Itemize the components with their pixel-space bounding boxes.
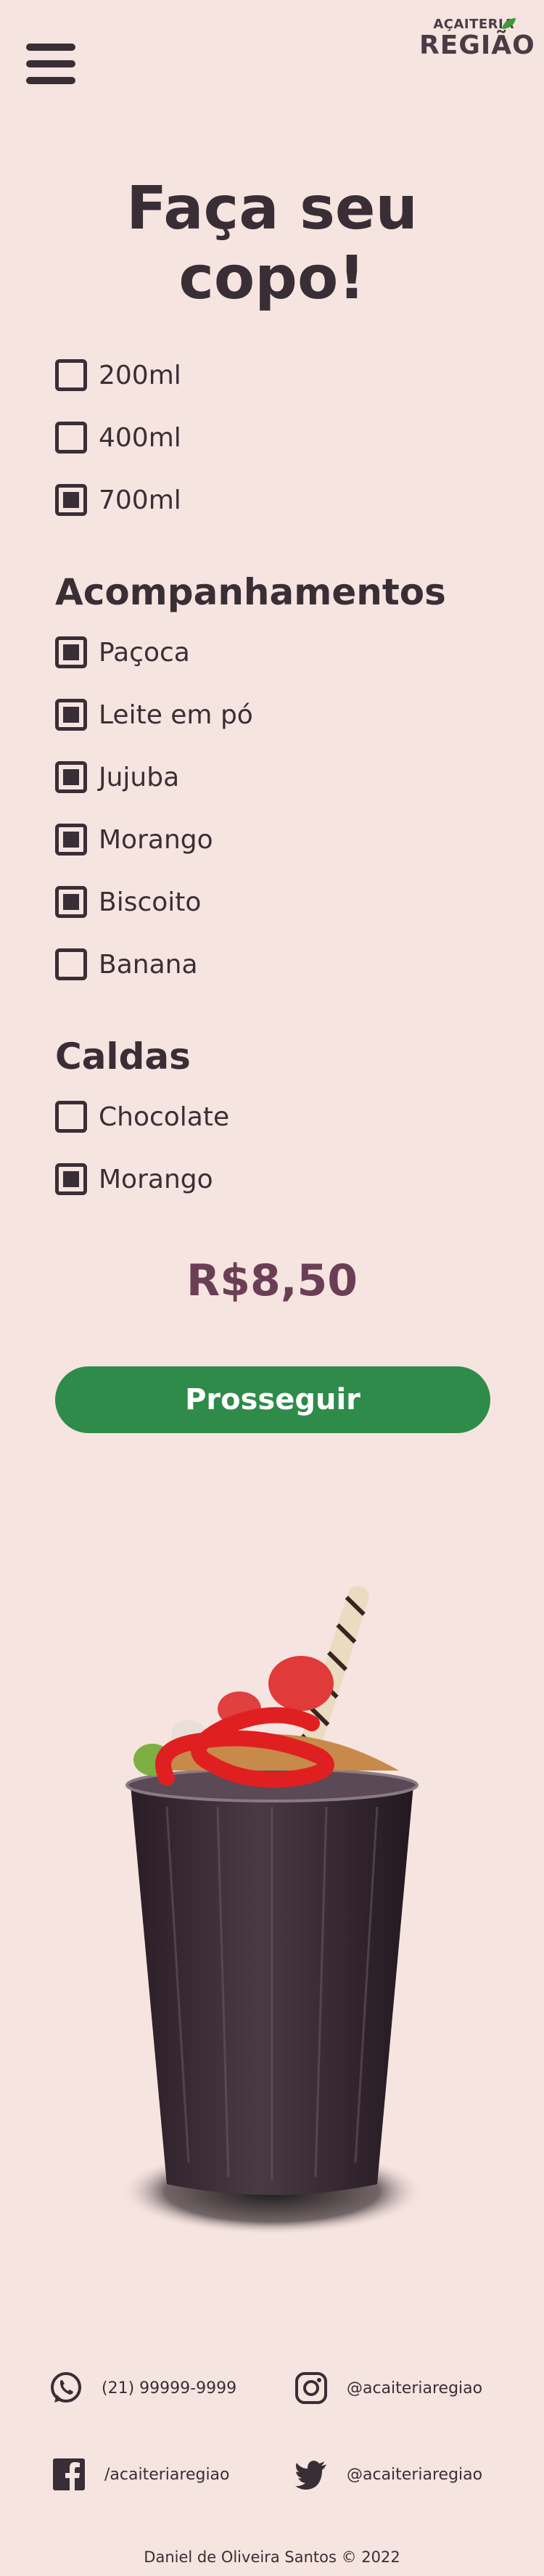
toppings-section: Acompanhamentos Paçoca Leite em pó Jujub… <box>55 563 490 996</box>
option-label: 400ml <box>99 422 181 453</box>
option-label: Morango <box>99 824 213 855</box>
page-title: Faça seu copo! <box>0 174 544 313</box>
checkbox[interactable] <box>55 1163 87 1195</box>
option-label: Jujuba <box>99 762 180 792</box>
topping-option-pacoca[interactable]: Paçoca <box>55 621 490 684</box>
facebook-text: /acaiteriaregiao <box>104 2465 230 2484</box>
option-label: Banana <box>99 949 198 980</box>
checkbox[interactable] <box>55 1101 87 1133</box>
twitter-text: @acaiteriaregiao <box>347 2465 483 2484</box>
twitter-contact[interactable]: @acaiteriaregiao <box>293 2456 482 2493</box>
topping-option-biscoito[interactable]: Biscoito <box>55 871 490 933</box>
topping-option-jujuba[interactable]: Jujuba <box>55 746 490 808</box>
checkbox[interactable] <box>55 484 87 516</box>
footer: (21) 99999-9999 @acaiteriaregiao /acaite… <box>0 2344 544 2576</box>
instagram-contact[interactable]: @acaiteriaregiao <box>293 2370 482 2406</box>
option-label: Chocolate <box>99 1102 230 1132</box>
option-label: Paçoca <box>99 637 190 668</box>
header: AÇAITERIA REGIÃO <box>0 0 544 109</box>
syrups-title: Caldas <box>55 1035 191 1078</box>
topping-option-leite-em-po[interactable]: Leite em pó <box>55 684 490 746</box>
topping-option-banana[interactable]: Banana <box>55 933 490 996</box>
proceed-button[interactable]: Prosseguir <box>55 1366 490 1433</box>
checkbox[interactable] <box>55 886 87 918</box>
total-price: R$8,50 <box>186 1255 358 1306</box>
facebook-contact[interactable]: /acaiteriaregiao <box>51 2456 230 2493</box>
checkbox[interactable] <box>55 699 87 731</box>
twitter-icon <box>295 2461 326 2490</box>
checkbox[interactable] <box>55 761 87 793</box>
option-label: Leite em pó <box>99 700 253 730</box>
checkbox[interactable] <box>55 824 87 856</box>
option-label: Biscoito <box>99 887 202 917</box>
page-title-line-1: Faça seu <box>126 174 418 243</box>
checkbox[interactable] <box>55 422 87 454</box>
whatsapp-icon <box>51 2372 81 2403</box>
instagram-icon <box>295 2372 327 2404</box>
phone-text: (21) 99999-9999 <box>102 2379 237 2397</box>
size-option-700ml[interactable]: 700ml <box>55 469 490 531</box>
option-label: 200ml <box>99 360 181 390</box>
syrups-section: Caldas Chocolate Morango <box>55 1027 490 1210</box>
size-option-400ml[interactable]: 400ml <box>55 406 490 469</box>
checkbox[interactable] <box>55 948 87 980</box>
page-title-line-2: copo! <box>178 244 366 313</box>
size-option-200ml[interactable]: 200ml <box>55 344 490 406</box>
checkbox[interactable] <box>55 359 87 391</box>
acai-cup-image <box>120 1586 424 2235</box>
checkbox[interactable] <box>55 636 87 668</box>
instagram-text: @acaiteriaregiao <box>347 2379 483 2397</box>
logo-main-text: REGIÃO <box>419 30 535 60</box>
option-label: 700ml <box>99 485 181 515</box>
phone-contact[interactable]: (21) 99999-9999 <box>48 2370 236 2406</box>
facebook-icon <box>53 2458 85 2490</box>
syrup-option-morango[interactable]: Morango <box>55 1148 490 1210</box>
size-options: 200ml 400ml 700ml <box>55 344 490 531</box>
leaf-icon <box>502 18 516 29</box>
logo[interactable]: AÇAITERIA REGIÃO <box>419 17 535 68</box>
syrup-option-chocolate[interactable]: Chocolate <box>55 1086 490 1148</box>
toppings-title: Acompanhamentos <box>55 571 446 613</box>
option-label: Morango <box>99 1164 213 1194</box>
topping-option-morango[interactable]: Morango <box>55 808 490 871</box>
hamburger-menu-icon[interactable] <box>26 44 75 84</box>
copyright: Daniel de Oliveira Santos © 2022 <box>144 2548 400 2566</box>
